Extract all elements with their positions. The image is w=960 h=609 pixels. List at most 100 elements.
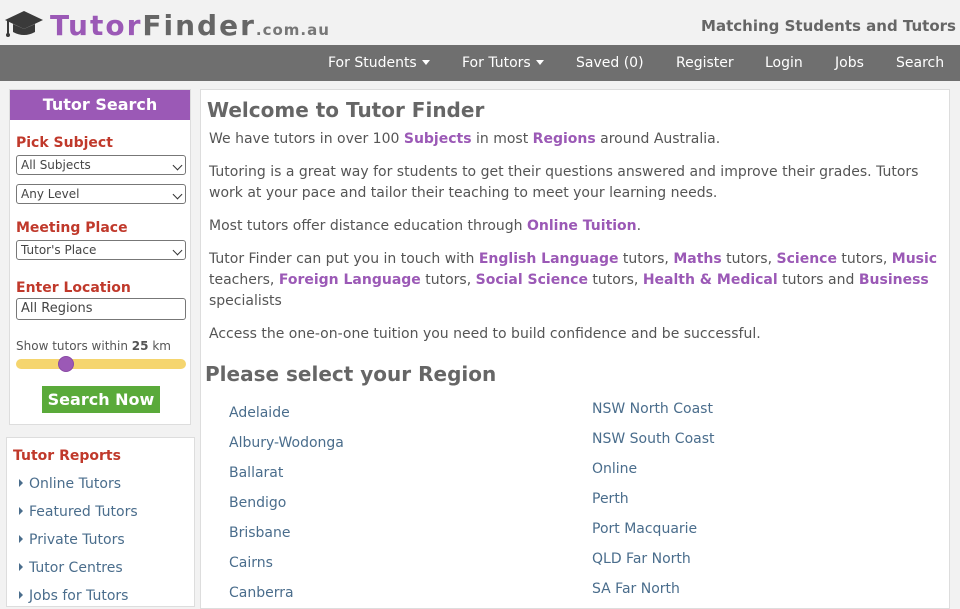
region-link[interactable]: Canberra: [229, 585, 294, 601]
logo-finder-text: Finder: [142, 9, 256, 42]
nav-saved[interactable]: Saved (0): [576, 45, 644, 81]
graduation-cap-icon: [5, 11, 43, 37]
nav-login[interactable]: Login: [765, 45, 803, 81]
site-logo[interactable]: TutorFinder.com.au: [4, 8, 330, 40]
distance-slider-track[interactable]: [16, 359, 186, 369]
region-link[interactable]: Ballarat: [229, 465, 283, 481]
region-link[interactable]: SA Far North: [592, 581, 680, 597]
nav-jobs[interactable]: Jobs: [835, 45, 864, 81]
subjects-text: tutors,: [420, 272, 476, 288]
maths-link[interactable]: Maths: [673, 251, 721, 267]
triangle-right-icon: [19, 535, 23, 543]
tutor-reports-panel: Tutor Reports Online Tutors Featured Tut…: [6, 437, 195, 607]
nav-register[interactable]: Register: [676, 45, 734, 81]
report-jobs-for-tutors[interactable]: Jobs for Tutors: [19, 588, 128, 604]
chevron-down-icon: [172, 189, 183, 200]
subjects-text: tutors,: [587, 272, 643, 288]
intro-text: We have tutors in over 100: [209, 131, 404, 147]
region-link[interactable]: NSW North Coast: [592, 401, 713, 417]
site-header: TutorFinder.com.au Matching Students and…: [0, 0, 960, 45]
chevron-down-icon: [172, 245, 183, 256]
region-link[interactable]: Online: [592, 461, 637, 477]
report-tutor-centres-label: Tutor Centres: [29, 560, 123, 576]
health-medical-link[interactable]: Health & Medical: [643, 272, 778, 288]
tutoring-paragraph: Tutoring is a great way for students to …: [209, 164, 919, 201]
main-content: Welcome to Tutor Finder We have tutors i…: [200, 89, 950, 609]
region-link[interactable]: Bendigo: [229, 495, 286, 511]
distance-text: .: [636, 218, 642, 234]
nav-for-tutors-label: For Tutors: [462, 55, 531, 71]
report-private-tutors[interactable]: Private Tutors: [19, 532, 125, 548]
closing-paragraph: Access the one-on-one tuition you need t…: [209, 326, 761, 342]
report-featured-tutors[interactable]: Featured Tutors: [19, 504, 138, 520]
region-link[interactable]: Adelaide: [229, 405, 290, 421]
subjects-text: Tutor Finder can put you in touch with: [209, 251, 479, 267]
pick-subject-label: Pick Subject: [16, 135, 113, 151]
triangle-right-icon: [19, 563, 23, 571]
foreign-language-link[interactable]: Foreign Language: [279, 272, 421, 288]
region-heading: Please select your Region: [205, 362, 497, 386]
meeting-place-value: Tutor's Place: [21, 243, 97, 257]
online-tuition-link[interactable]: Online Tuition: [527, 218, 637, 234]
level-select[interactable]: Any Level: [16, 184, 186, 204]
chevron-down-icon: [172, 160, 183, 171]
triangle-right-icon: [19, 591, 23, 599]
report-online-tutors-label: Online Tutors: [29, 476, 122, 492]
science-link[interactable]: Science: [777, 251, 837, 267]
intro-text: in most: [471, 131, 533, 147]
report-private-tutors-label: Private Tutors: [29, 532, 125, 548]
region-link[interactable]: Port Macquarie: [592, 521, 697, 537]
distance-paragraph: Most tutors offer distance education thr…: [209, 216, 943, 237]
tutor-search-title: Tutor Search: [10, 90, 190, 120]
region-link[interactable]: Perth: [592, 491, 629, 507]
logo-wordmark: TutorFinder.com.au: [50, 12, 330, 40]
level-select-value: Any Level: [21, 187, 80, 201]
report-online-tutors[interactable]: Online Tutors: [19, 476, 121, 492]
meeting-place-select[interactable]: Tutor's Place: [16, 240, 186, 260]
main-nav: For Students For Tutors Saved (0) Regist…: [0, 45, 960, 81]
region-link[interactable]: Brisbane: [229, 525, 291, 541]
distance-unit: km: [152, 339, 171, 353]
region-link[interactable]: Cairns: [229, 555, 273, 571]
subjects-text: tutors,: [618, 251, 674, 267]
distance-value: 25: [131, 339, 149, 353]
subject-select-value: All Subjects: [21, 158, 91, 172]
intro-text: around Australia.: [595, 131, 721, 147]
region-link[interactable]: QLD Far North: [592, 551, 691, 567]
logo-domain-text: .com.au: [255, 21, 330, 39]
distance-slider-handle[interactable]: [57, 356, 74, 372]
business-link[interactable]: Business: [859, 272, 929, 288]
region-link[interactable]: Albury-Wodonga: [229, 435, 344, 451]
site-tagline: Matching Students and Tutors: [701, 17, 956, 35]
social-science-link[interactable]: Social Science: [476, 272, 588, 288]
subjects-text: specialists: [209, 293, 282, 309]
intro-paragraph: We have tutors in over 100 Subjects in m…: [209, 129, 943, 150]
region-link[interactable]: NSW South Coast: [592, 431, 715, 447]
triangle-right-icon: [19, 479, 23, 487]
subject-select[interactable]: All Subjects: [16, 155, 186, 175]
distance-text: Most tutors offer distance education thr…: [209, 218, 527, 234]
nav-for-students[interactable]: For Students: [328, 45, 430, 81]
music-link[interactable]: Music: [892, 251, 937, 267]
search-now-button[interactable]: Search Now: [42, 386, 160, 413]
location-input[interactable]: All Regions: [16, 298, 186, 320]
english-language-link[interactable]: English Language: [479, 251, 619, 267]
subjects-text: teachers,: [209, 272, 279, 288]
subjects-text: tutors and: [777, 272, 859, 288]
nav-for-students-label: For Students: [328, 55, 417, 71]
subjects-paragraph: Tutor Finder can put you in touch with E…: [209, 249, 943, 312]
logo-tutor-text: Tutor: [50, 9, 143, 42]
triangle-right-icon: [19, 507, 23, 515]
meeting-place-label: Meeting Place: [16, 220, 128, 236]
tutor-reports-title: Tutor Reports: [13, 448, 121, 464]
subjects-link[interactable]: Subjects: [404, 131, 472, 147]
nav-for-tutors[interactable]: For Tutors: [462, 45, 544, 81]
regions-link[interactable]: Regions: [533, 131, 596, 147]
report-tutor-centres[interactable]: Tutor Centres: [19, 560, 123, 576]
report-jobs-for-tutors-label: Jobs for Tutors: [29, 588, 129, 604]
subjects-text: tutors,: [836, 251, 892, 267]
page-title: Welcome to Tutor Finder: [207, 98, 485, 122]
distance-prefix: Show tutors within: [16, 339, 128, 353]
nav-search[interactable]: Search: [896, 45, 944, 81]
subjects-text: tutors,: [721, 251, 777, 267]
